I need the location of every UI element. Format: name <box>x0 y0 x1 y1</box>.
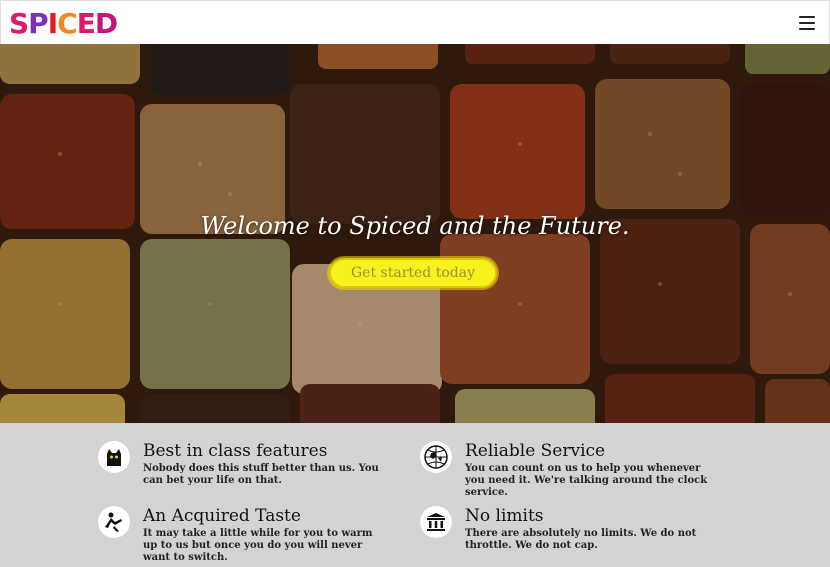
hero-banner: Welcome to Spiced and the Future. Get st… <box>0 44 830 423</box>
logo-letter: P <box>28 7 49 40</box>
logo-letter: E <box>76 7 96 40</box>
building-icon <box>420 506 452 538</box>
person-icon <box>98 506 130 538</box>
feature-text: Nobody does this stuff better than us. Y… <box>143 463 379 486</box>
logo-letter: D <box>94 7 118 40</box>
logo-letter: I <box>47 7 58 40</box>
feature-text: You can count on us to help you whenever… <box>465 463 708 498</box>
get-started-button[interactable]: Get started today <box>329 258 497 288</box>
navbar: S P I C E D <box>0 0 830 44</box>
features-section: Best in class features Nobody does this … <box>0 423 830 567</box>
feature-title: Best in class features <box>143 441 328 461</box>
logo-letter: S <box>9 7 29 40</box>
feature-title: No limits <box>465 506 544 526</box>
cat-icon <box>98 441 130 473</box>
logo-letter: C <box>57 7 78 40</box>
feature-title: Reliable Service <box>465 441 606 461</box>
feature-title: An Acquired Taste <box>143 506 301 526</box>
feature-text: It may take a little while for you to wa… <box>143 528 373 563</box>
hero-title: Welcome to Spiced and the Future. <box>200 212 630 240</box>
feature-text: There are absolutely no limits. We do no… <box>465 528 697 551</box>
hamburger-menu-icon[interactable] <box>799 16 815 30</box>
spiced-logo[interactable]: S P I C E D <box>9 7 118 40</box>
globe-icon <box>420 441 452 473</box>
